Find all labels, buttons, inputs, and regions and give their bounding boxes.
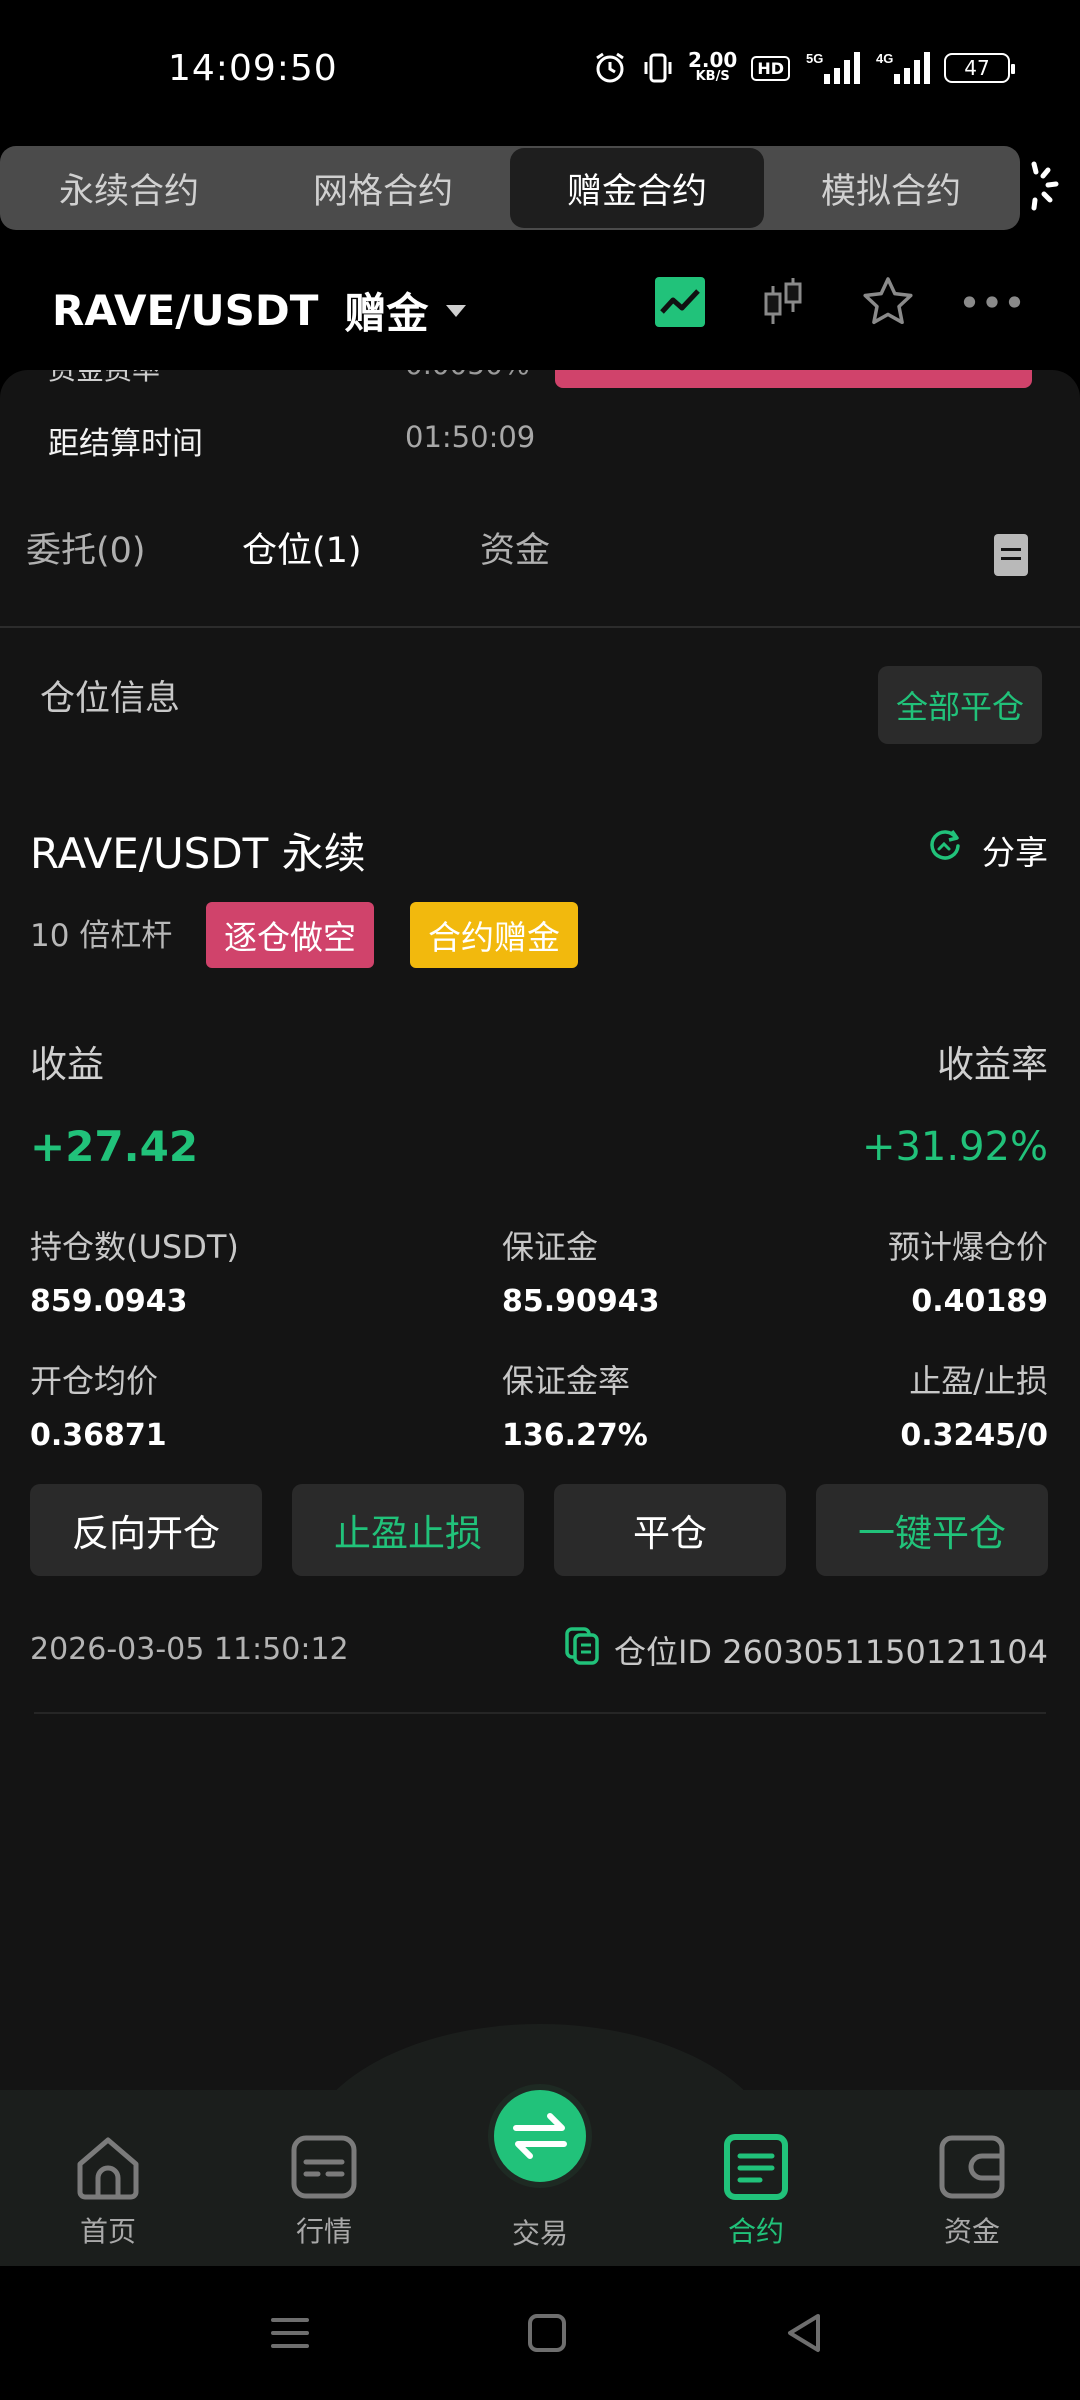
signal-5g-icon: 5G — [804, 50, 860, 86]
funding-rate-value: 0.0050% — [405, 370, 530, 381]
pair-mode: 赠金 — [344, 289, 429, 338]
settlement-countdown: 01:50:09 — [405, 420, 536, 454]
tab-perpetual[interactable]: 永续合约 — [2, 148, 256, 228]
open-time: 2026-03-05 11:50:12 — [30, 1632, 349, 1667]
pair-name: RAVE/USDT — [52, 286, 319, 335]
nav-assets-label: 资金 — [943, 2215, 1000, 2248]
candlestick-icon[interactable] — [754, 272, 814, 332]
roe-label: 收益率 — [937, 1043, 1048, 1086]
contract-type-tabs: 永续合约 网格合约 赠金合约 模拟合约 — [0, 146, 1020, 230]
nav-market[interactable]: 行情 — [254, 2134, 394, 2250]
margin-ratio-label: 保证金率 — [502, 1362, 631, 1400]
share-button[interactable]: 分享 — [926, 826, 1048, 874]
tp-sl-value: 0.3245/0 — [900, 1418, 1048, 1453]
status-time: 14:09:50 — [168, 48, 338, 89]
nav-home[interactable]: 首页 — [38, 2134, 178, 2250]
wallet-icon — [939, 2135, 1005, 2199]
reverse-open-button[interactable]: 反向开仓 — [30, 1484, 262, 1576]
nav-trade-button[interactable] — [488, 2084, 592, 2188]
nav-home-label: 首页 — [79, 2215, 136, 2248]
swap-icon — [513, 2113, 567, 2159]
liq-price-label: 预计爆仓价 — [887, 1228, 1048, 1266]
nav-trade-label: 交易 — [511, 2217, 568, 2250]
net-speed: 2.00 KB/S — [687, 48, 738, 84]
nav-contract[interactable]: 合约 — [686, 2134, 826, 2250]
pnl-value: +27.42 — [30, 1122, 199, 1171]
position-info-label: 仓位信息 — [40, 679, 181, 719]
status-bar: 14:09:50 2.00 KB/S HD 5G 4G 47 — [0, 0, 1080, 140]
contract-bonus-badge: 合约赠金 — [410, 902, 578, 968]
pair-header: RAVE/USDT 赠金 — [0, 250, 1080, 370]
hd-badge: HD — [751, 55, 790, 81]
market-icon — [291, 2135, 357, 2199]
nav-assets[interactable]: 资金 — [902, 2134, 1042, 2250]
pair-selector[interactable]: RAVE/USDT 赠金 — [52, 280, 467, 341]
position-size-value: 859.0943 — [30, 1284, 188, 1319]
contract-icon — [724, 2134, 788, 2200]
leverage-text: 10 倍杠杆 — [30, 918, 173, 954]
position-id[interactable]: 仓位ID 2603051150121104 — [564, 1626, 1048, 1674]
alarm-icon — [592, 50, 628, 86]
home-square-icon[interactable] — [522, 2308, 572, 2358]
copy-icon — [564, 1626, 600, 1674]
liq-price-value: 0.40189 — [911, 1284, 1048, 1319]
battery-indicator: 47 — [944, 53, 1015, 83]
svg-text:5G: 5G — [806, 51, 823, 66]
more-icon[interactable] — [962, 272, 1022, 332]
tab-positions[interactable]: 仓位(1) — [242, 522, 362, 573]
position-size-label: 持仓数(USDT) — [30, 1228, 239, 1266]
document-icon[interactable] — [994, 534, 1028, 576]
sell-open-short-button[interactable]: 卖出开空 — [555, 370, 1032, 388]
tab-bonus[interactable]: 赠金合约 — [510, 148, 764, 228]
position-id-text: 仓位ID 2603051150121104 — [613, 1633, 1048, 1671]
status-icons: 2.00 KB/S HD 5G 4G 47 — [592, 48, 1015, 86]
main-panel: 资金费率 0.0050% 卖出开空 距结算时间 01:50:09 委托(0) 仓… — [0, 370, 1080, 2090]
margin-value: 85.90943 — [502, 1284, 660, 1319]
divider — [0, 626, 1080, 628]
vibrate-icon — [642, 50, 674, 86]
pnl-label: 收益 — [30, 1043, 104, 1086]
svg-text:4G: 4G — [876, 51, 893, 66]
tp-sl-label: 止盈/止损 — [909, 1362, 1048, 1400]
margin-ratio-value: 136.27% — [502, 1418, 648, 1453]
nav-contract-label: 合约 — [727, 2215, 784, 2248]
entry-price-label: 开仓均价 — [30, 1362, 159, 1400]
close-position-button[interactable]: 平仓 — [554, 1484, 786, 1576]
share-icon — [926, 827, 964, 873]
back-icon[interactable] — [780, 2308, 830, 2358]
funding-rate-label: 资金费率 — [48, 370, 160, 388]
menu-icon[interactable] — [265, 2308, 315, 2358]
tab-demo[interactable]: 模拟合约 — [764, 148, 1018, 228]
settlement-label: 距结算时间 — [48, 426, 203, 462]
home-icon — [77, 2137, 139, 2200]
tab-grid[interactable]: 网格合约 — [256, 148, 510, 228]
tp-sl-button[interactable]: 止盈止损 — [292, 1484, 524, 1576]
one-click-close-button[interactable]: 一键平仓 — [816, 1484, 1048, 1576]
close-all-button[interactable]: 全部平仓 — [878, 666, 1042, 744]
roe-value: +31.92% — [861, 1124, 1048, 1170]
position-symbol: RAVE/USDT 永续 — [30, 829, 366, 878]
tab-orders[interactable]: 委托(0) — [26, 522, 146, 573]
nav-market-label: 行情 — [295, 2215, 352, 2248]
system-nav-bar — [0, 2266, 1080, 2400]
isolated-short-badge: 逐仓做空 — [206, 902, 374, 968]
chart-line-icon[interactable] — [650, 272, 710, 332]
share-label: 分享 — [982, 833, 1048, 872]
caret-down-icon — [446, 304, 467, 317]
tab-assets[interactable]: 资金 — [480, 522, 550, 573]
position-sub-tabs: 委托(0) 仓位(1) 资金 — [0, 522, 1080, 612]
loading-spinner-icon — [1014, 156, 1064, 216]
margin-label: 保证金 — [502, 1228, 599, 1266]
signal-4g-icon: 4G — [874, 50, 930, 86]
entry-price-value: 0.36871 — [30, 1418, 167, 1453]
star-icon[interactable] — [858, 272, 918, 332]
divider — [34, 1712, 1046, 1714]
